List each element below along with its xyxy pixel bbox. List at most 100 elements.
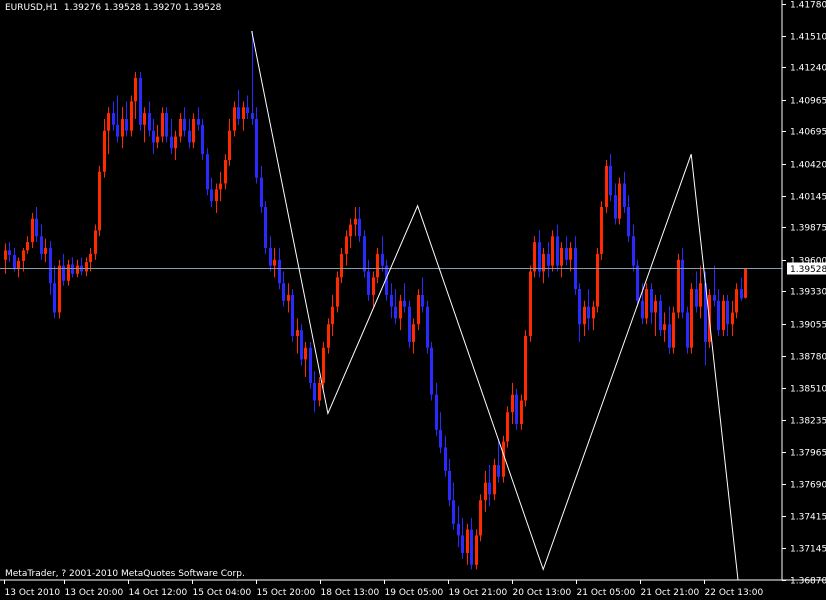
candle-body [251, 113, 254, 119]
candle-body [533, 242, 536, 272]
candle-body [592, 306, 595, 319]
plot-area[interactable] [0, 30, 782, 581]
candle-body [264, 206, 267, 249]
candle-body [511, 394, 514, 413]
candle-body [551, 236, 554, 266]
symbol-timeframe: EURUSD,H1 [5, 3, 59, 13]
candle-body [85, 262, 88, 272]
candle-body [654, 300, 657, 313]
candle-body [4, 250, 7, 260]
candle-body [583, 306, 586, 325]
candle-body [304, 347, 307, 360]
candle-body [394, 306, 397, 319]
price-tick-label: 1.37965 [790, 449, 826, 459]
candle-body [331, 306, 334, 325]
time-tick-label: 20 Oct 13:00 [513, 588, 572, 598]
candle-body [681, 259, 684, 313]
candle-body [183, 118, 186, 131]
candle-body [403, 300, 406, 307]
time-tick-label: 19 Oct 05:00 [385, 588, 444, 598]
price-tick-label: 1.37415 [790, 513, 826, 523]
candle-body [627, 206, 630, 237]
candle-body [547, 253, 550, 266]
candle-body [35, 218, 38, 237]
price-tick-label: 1.36870 [790, 577, 826, 587]
candle-body [636, 265, 639, 301]
candle-body [690, 289, 693, 348]
price-tick-label: 1.40145 [790, 193, 826, 203]
candle-body [130, 101, 133, 131]
candle-body [296, 330, 299, 336]
candle-body [67, 264, 70, 281]
candle-body [740, 289, 743, 299]
candle-body [125, 118, 128, 131]
candle-body [493, 465, 496, 495]
candle-body [179, 118, 182, 137]
time-axis: 13 Oct 2010 13 Oct 20:00 14 Oct 12:00 15 Oc… [0, 579, 826, 598]
candle-body [201, 124, 204, 155]
price-chart[interactable]: 1.41780 1.41510 1.41240 1.40965 1.40695 1.404… [0, 0, 826, 600]
candle-body [367, 271, 370, 295]
candle-body [62, 265, 65, 281]
candle-body [49, 248, 52, 284]
candle-body [260, 177, 263, 207]
candle-body [735, 289, 738, 313]
candle-body [219, 183, 222, 190]
candle-body [435, 394, 438, 430]
candle-body [448, 470, 451, 501]
candle-body [600, 206, 603, 254]
candle-body [58, 265, 61, 313]
price-tick-label: 1.40965 [790, 97, 826, 107]
candle-body [587, 306, 590, 319]
candle-body [479, 500, 482, 536]
candle-body [363, 236, 366, 272]
candle-body [22, 250, 25, 261]
candle-body [461, 535, 464, 554]
candle-body [484, 482, 487, 501]
candle-body [269, 248, 272, 266]
time-tick-label: 13 Oct 2010 [5, 588, 61, 598]
candle-body [722, 300, 725, 331]
time-tick-label: 15 Oct 04:00 [193, 588, 252, 598]
candle-body [53, 283, 56, 313]
candle-body [318, 382, 321, 401]
candle-body [466, 529, 469, 554]
candle-body [497, 465, 500, 477]
candle-body [197, 118, 200, 125]
candle-body [686, 312, 689, 348]
candle-body [695, 289, 698, 307]
candle-body [282, 283, 285, 301]
time-tick-label: 18 Oct 13:00 [321, 588, 380, 598]
candle-body [354, 218, 357, 225]
candle-body [426, 306, 429, 348]
price-tick-label: 1.38780 [790, 353, 826, 363]
candle-body [313, 382, 316, 401]
candle-body [143, 113, 146, 125]
candle-body [390, 294, 393, 307]
candle-body [233, 107, 236, 131]
candle-body [668, 324, 671, 348]
price-tick-label: 1.39875 [790, 224, 826, 234]
candle-body [300, 330, 303, 360]
candle-body [726, 300, 729, 325]
candle-body [291, 294, 294, 336]
candle-body [94, 230, 97, 254]
candle-body [116, 124, 119, 137]
candle-body [273, 259, 276, 266]
candle-body [556, 236, 559, 266]
candle-body [26, 242, 29, 251]
candle-body [107, 113, 110, 131]
candle-body [278, 259, 281, 284]
candle-body [327, 324, 330, 348]
candle-body [677, 259, 680, 313]
time-tick-label: 22 Oct 13:00 [705, 588, 764, 598]
candle-body [40, 236, 43, 254]
candle-body [475, 535, 478, 565]
candle-body [399, 300, 402, 319]
candle-body [444, 447, 447, 471]
candle-body [237, 107, 240, 119]
candle-body [210, 189, 213, 202]
candle-body [609, 165, 612, 196]
candle-body [596, 253, 599, 307]
candle-body [309, 347, 312, 383]
